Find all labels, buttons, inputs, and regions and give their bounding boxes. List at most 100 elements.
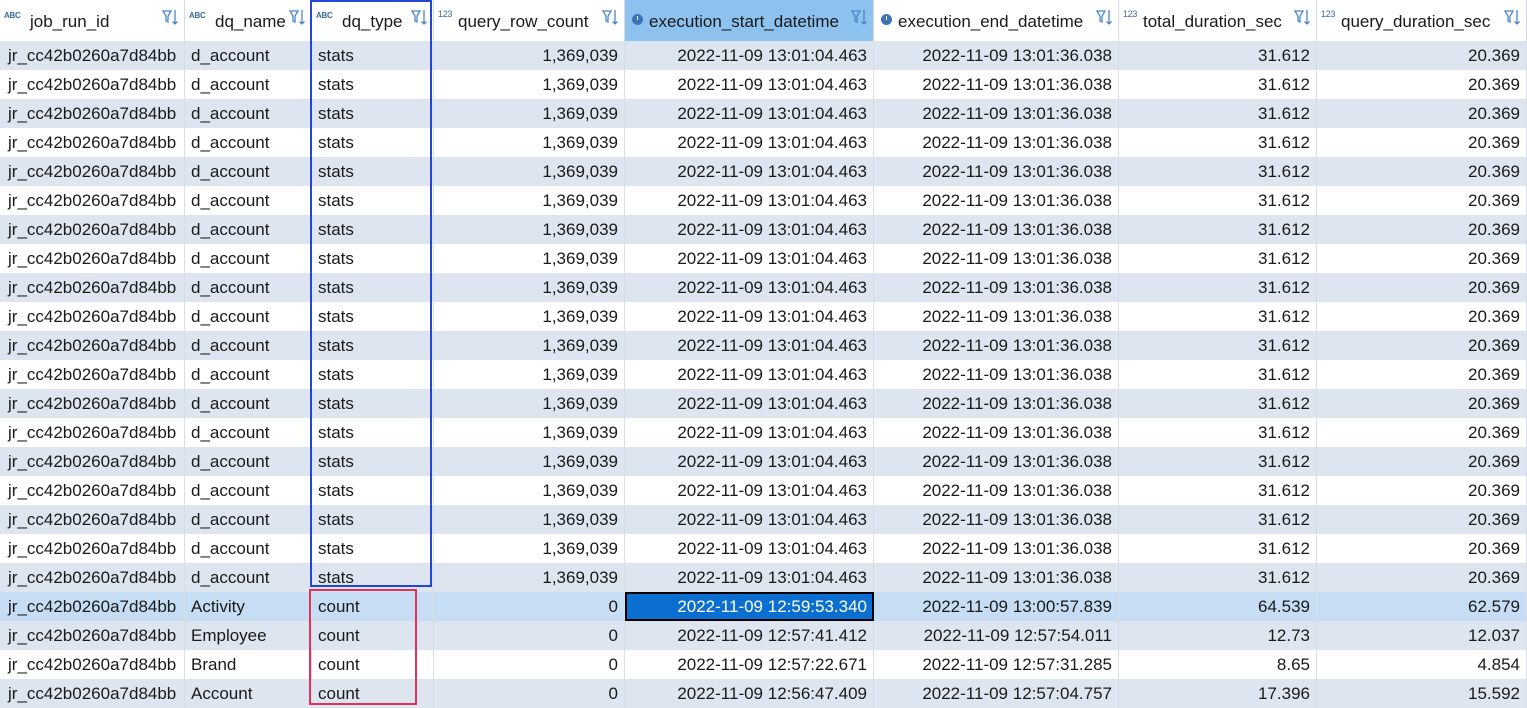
table-cell-execution-start-datetime[interactable]: 2022-11-09 13:01:04.463 (625, 244, 874, 273)
table-cell-job-run-id[interactable]: jr_cc42b0260a7d84bb (0, 70, 185, 99)
table-cell-total-duration-sec[interactable]: 17.396 (1119, 679, 1317, 708)
table-cell-query-duration-sec[interactable]: 20.369 (1317, 244, 1527, 273)
table-cell-job-run-id[interactable]: jr_cc42b0260a7d84bb (0, 563, 185, 592)
table-cell-dq-name[interactable]: d_account (185, 157, 312, 186)
table-cell-execution-start-datetime[interactable]: 2022-11-09 12:56:47.409 (625, 679, 874, 708)
table-cell-execution-end-datetime[interactable]: 2022-11-09 13:01:36.038 (874, 563, 1119, 592)
table-cell-execution-start-datetime[interactable]: 2022-11-09 13:01:04.463 (625, 418, 874, 447)
table-row[interactable]: jr_cc42b0260a7d84bb d_account stats 1,369,0… (0, 389, 1527, 418)
table-cell-job-run-id[interactable]: jr_cc42b0260a7d84bb (0, 186, 185, 215)
table-cell-total-duration-sec[interactable]: 31.612 (1119, 389, 1317, 418)
table-row[interactable]: jr_cc42b0260a7d84bb d_account stats 1,369,0… (0, 476, 1527, 505)
table-cell-job-run-id[interactable]: jr_cc42b0260a7d84bb (0, 476, 185, 505)
table-cell-job-run-id[interactable]: jr_cc42b0260a7d84bb (0, 592, 185, 621)
table-cell-dq-type[interactable]: count (312, 679, 434, 708)
table-row[interactable]: jr_cc42b0260a7d84bb d_account stats 1,369,0… (0, 215, 1527, 244)
table-cell-query-duration-sec[interactable]: 20.369 (1317, 302, 1527, 331)
table-cell-dq-type[interactable]: stats (312, 215, 434, 244)
table-cell-query-duration-sec[interactable]: 20.369 (1317, 476, 1527, 505)
table-cell-query-row-count[interactable]: 1,369,039 (434, 360, 625, 389)
table-cell-query-row-count[interactable]: 1,369,039 (434, 476, 625, 505)
table-cell-total-duration-sec[interactable]: 31.612 (1119, 186, 1317, 215)
table-cell-dq-type[interactable]: stats (312, 302, 434, 331)
table-row[interactable]: jr_cc42b0260a7d84bb Activity count 0 2022-11… (0, 592, 1527, 621)
table-cell-total-duration-sec[interactable]: 31.612 (1119, 534, 1317, 563)
table-cell-execution-end-datetime[interactable]: 2022-11-09 13:01:36.038 (874, 447, 1119, 476)
table-cell-dq-type[interactable]: count (312, 650, 434, 679)
table-cell-query-duration-sec[interactable]: 4.854 (1317, 650, 1527, 679)
column-header-dq-name[interactable]: ABC dq_name (185, 0, 312, 41)
table-cell-query-duration-sec[interactable]: 20.369 (1317, 70, 1527, 99)
table-cell-dq-name[interactable]: d_account (185, 389, 312, 418)
table-cell-execution-end-datetime[interactable]: 2022-11-09 13:01:36.038 (874, 215, 1119, 244)
column-header-dq-type[interactable]: ABC dq_type (312, 0, 434, 41)
table-cell-dq-name[interactable]: d_account (185, 244, 312, 273)
table-cell-query-row-count[interactable]: 1,369,039 (434, 215, 625, 244)
table-cell-execution-end-datetime[interactable]: 2022-11-09 13:01:36.038 (874, 331, 1119, 360)
table-cell-query-row-count[interactable]: 1,369,039 (434, 534, 625, 563)
table-cell-total-duration-sec[interactable]: 31.612 (1119, 70, 1317, 99)
table-row[interactable]: jr_cc42b0260a7d84bb d_account stats 1,369,0… (0, 331, 1527, 360)
table-cell-total-duration-sec[interactable]: 31.612 (1119, 157, 1317, 186)
table-cell-dq-name[interactable]: d_account (185, 41, 312, 70)
table-cell-execution-start-datetime[interactable]: 2022-11-09 12:57:41.412 (625, 621, 874, 650)
table-cell-job-run-id[interactable]: jr_cc42b0260a7d84bb (0, 679, 185, 708)
table-cell-dq-name[interactable]: d_account (185, 186, 312, 215)
table-cell-execution-start-datetime[interactable]: 2022-11-09 13:01:04.463 (625, 302, 874, 331)
table-cell-job-run-id[interactable]: jr_cc42b0260a7d84bb (0, 215, 185, 244)
column-header-job-run-id[interactable]: ABC job_run_id (0, 0, 185, 41)
table-cell-query-row-count[interactable]: 1,369,039 (434, 302, 625, 331)
table-cell-query-row-count[interactable]: 1,369,039 (434, 99, 625, 128)
table-row[interactable]: jr_cc42b0260a7d84bb d_account stats 1,369,0… (0, 563, 1527, 592)
table-cell-execution-start-datetime[interactable]: 2022-11-09 13:01:04.463 (625, 563, 874, 592)
table-cell-job-run-id[interactable]: jr_cc42b0260a7d84bb (0, 244, 185, 273)
table-cell-dq-name[interactable]: d_account (185, 273, 312, 302)
column-header-query-row-count[interactable]: 123 query_row_count (434, 0, 625, 41)
table-cell-execution-start-datetime[interactable]: 2022-11-09 13:01:04.463 (625, 476, 874, 505)
table-cell-total-duration-sec[interactable]: 31.612 (1119, 99, 1317, 128)
table-cell-query-row-count[interactable]: 1,369,039 (434, 70, 625, 99)
table-cell-query-duration-sec[interactable]: 12.037 (1317, 621, 1527, 650)
table-cell-query-duration-sec[interactable]: 20.369 (1317, 273, 1527, 302)
filter-sort-icon[interactable] (1095, 8, 1114, 28)
table-cell-query-duration-sec[interactable]: 20.369 (1317, 128, 1527, 157)
table-cell-execution-end-datetime[interactable]: 2022-11-09 12:57:54.011 (874, 621, 1119, 650)
table-cell-query-row-count[interactable]: 1,369,039 (434, 418, 625, 447)
table-cell-dq-type[interactable]: stats (312, 360, 434, 389)
table-cell-query-row-count[interactable]: 0 (434, 621, 625, 650)
table-cell-execution-end-datetime[interactable]: 2022-11-09 13:01:36.038 (874, 302, 1119, 331)
table-row[interactable]: jr_cc42b0260a7d84bb d_account stats 1,369,0… (0, 534, 1527, 563)
table-cell-job-run-id[interactable]: jr_cc42b0260a7d84bb (0, 273, 185, 302)
table-cell-job-run-id[interactable]: jr_cc42b0260a7d84bb (0, 418, 185, 447)
table-cell-execution-end-datetime[interactable]: 2022-11-09 13:01:36.038 (874, 418, 1119, 447)
table-cell-dq-type[interactable]: stats (312, 563, 434, 592)
table-cell-query-duration-sec[interactable]: 20.369 (1317, 389, 1527, 418)
table-cell-job-run-id[interactable]: jr_cc42b0260a7d84bb (0, 621, 185, 650)
table-row[interactable]: jr_cc42b0260a7d84bb d_account stats 1,369,0… (0, 302, 1527, 331)
table-cell-total-duration-sec[interactable]: 31.612 (1119, 476, 1317, 505)
table-cell-execution-end-datetime[interactable]: 2022-11-09 12:57:31.285 (874, 650, 1119, 679)
table-cell-execution-start-datetime[interactable]: 2022-11-09 13:01:04.463 (625, 186, 874, 215)
column-header-query-duration-sec[interactable]: 123 query_duration_sec (1317, 0, 1527, 41)
table-cell-query-row-count[interactable]: 0 (434, 650, 625, 679)
table-row[interactable]: jr_cc42b0260a7d84bb d_account stats 1,369,0… (0, 418, 1527, 447)
table-cell-execution-end-datetime[interactable]: 2022-11-09 13:01:36.038 (874, 244, 1119, 273)
table-cell-query-duration-sec[interactable]: 20.369 (1317, 534, 1527, 563)
table-cell-dq-type[interactable]: stats (312, 389, 434, 418)
table-cell-execution-start-datetime[interactable]: 2022-11-09 13:01:04.463 (625, 534, 874, 563)
table-row[interactable]: jr_cc42b0260a7d84bb Employee count 0 2022-11… (0, 621, 1527, 650)
table-row[interactable]: jr_cc42b0260a7d84bb d_account stats 1,369,0… (0, 244, 1527, 273)
column-header-execution-start-datetime[interactable]: execution_start_datetime (625, 0, 874, 41)
table-cell-dq-name[interactable]: d_account (185, 505, 312, 534)
table-cell-query-row-count[interactable]: 1,369,039 (434, 244, 625, 273)
table-cell-dq-type[interactable]: stats (312, 505, 434, 534)
table-cell-execution-end-datetime[interactable]: 2022-11-09 13:01:36.038 (874, 186, 1119, 215)
table-cell-dq-type[interactable]: count (312, 592, 434, 621)
table-cell-job-run-id[interactable]: jr_cc42b0260a7d84bb (0, 650, 185, 679)
table-cell-job-run-id[interactable]: jr_cc42b0260a7d84bb (0, 157, 185, 186)
table-cell-total-duration-sec[interactable]: 31.612 (1119, 505, 1317, 534)
table-cell-total-duration-sec[interactable]: 31.612 (1119, 360, 1317, 389)
table-cell-total-duration-sec[interactable]: 31.612 (1119, 215, 1317, 244)
table-cell-dq-name[interactable]: d_account (185, 534, 312, 563)
table-row[interactable]: jr_cc42b0260a7d84bb d_account stats 1,369,0… (0, 447, 1527, 476)
